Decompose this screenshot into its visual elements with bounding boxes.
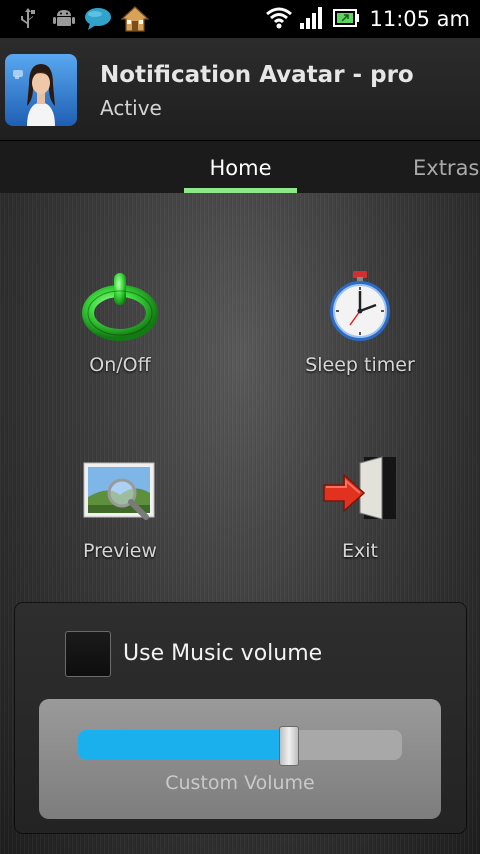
android-debug-icon [53, 7, 75, 33]
use-music-volume-checkbox[interactable] [65, 631, 111, 677]
battery-icon [333, 8, 359, 32]
volume-slider-track[interactable] [78, 730, 402, 760]
on-off-label: On/Off [89, 354, 151, 376]
use-music-volume-label[interactable]: Use Music volume [123, 639, 322, 669]
exit-icon [320, 455, 400, 533]
volume-slider-fill [78, 730, 289, 760]
settings-card: Use Music volume Custom Volume [15, 603, 466, 833]
wifi-icon [266, 6, 292, 34]
exit-label: Exit [342, 540, 378, 562]
tab-home[interactable]: Home [184, 155, 297, 181]
app-status: Active [100, 96, 162, 120]
stopwatch-icon [320, 265, 400, 345]
exit-button[interactable]: Exit [260, 455, 460, 605]
chat-icon [84, 7, 112, 35]
custom-volume-label: Custom Volume [165, 772, 315, 794]
sleep-timer-button[interactable]: Sleep timer [260, 265, 460, 415]
app-header: Notification Avatar - pro Active [0, 38, 480, 141]
tab-bar: Home Extras [0, 141, 480, 193]
status-bar: 11:05 am [0, 0, 480, 38]
sleep-timer-label: Sleep timer [305, 354, 415, 376]
usb-icon [20, 7, 36, 33]
volume-panel: Custom Volume [39, 699, 441, 819]
power-icon [80, 265, 160, 345]
home-icon [120, 5, 150, 37]
avatar-icon [5, 54, 77, 126]
app-title: Notification Avatar - pro [100, 62, 414, 88]
tab-extras[interactable]: Extras [413, 155, 479, 181]
on-off-button[interactable]: On/Off [20, 265, 220, 415]
preview-button[interactable]: Preview [20, 455, 220, 605]
volume-slider-thumb[interactable] [279, 726, 299, 766]
signal-icon [299, 6, 325, 34]
status-clock: 11:05 am [369, 7, 470, 31]
preview-label: Preview [83, 540, 157, 562]
preview-icon [80, 455, 160, 533]
